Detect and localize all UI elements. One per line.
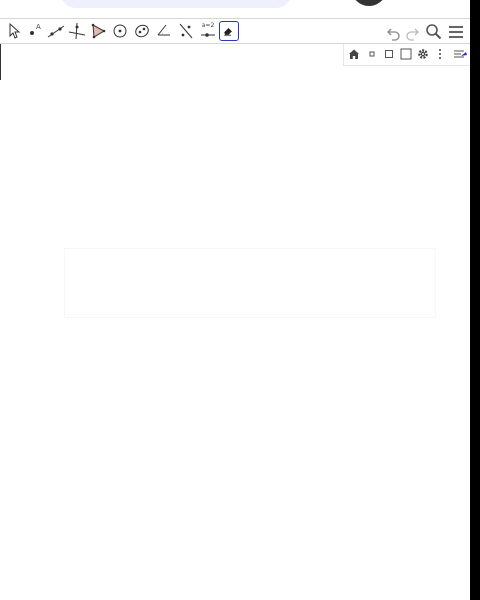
point-tool-label: A xyxy=(36,23,41,31)
line-tool[interactable] xyxy=(46,21,66,41)
gear-icon xyxy=(418,49,428,59)
move-arrow-icon xyxy=(9,22,21,39)
graphics-view-canvas[interactable] xyxy=(1,66,470,600)
home-button[interactable] xyxy=(346,46,362,62)
fullscreen-button[interactable] xyxy=(398,46,414,62)
redo-button[interactable] xyxy=(402,22,422,42)
polygon-icon xyxy=(91,23,106,39)
angle-tool[interactable] xyxy=(154,21,174,41)
redo-icon xyxy=(406,28,419,41)
eraser-icon xyxy=(224,27,232,36)
move-tool[interactable] xyxy=(4,21,24,41)
toolbar: A a=2 xyxy=(0,18,470,44)
graphics-style-bar xyxy=(343,44,470,66)
top-circle-button[interactable] xyxy=(349,0,389,6)
slider-tool[interactable]: a=2 xyxy=(198,21,218,41)
top-status-area xyxy=(0,0,470,12)
perpendicular-line-icon xyxy=(68,22,86,40)
square-icon xyxy=(385,50,393,58)
more-options-button[interactable] xyxy=(432,46,448,62)
eraser-tool[interactable] xyxy=(219,21,239,41)
circle-center-point-icon xyxy=(113,24,127,38)
ellipse-tool[interactable] xyxy=(132,21,152,41)
faint-placeholder-frame xyxy=(64,248,436,318)
zoom-in-button[interactable] xyxy=(381,46,397,62)
search-icon xyxy=(426,24,442,40)
undo-icon xyxy=(387,28,400,41)
point-tool[interactable]: A xyxy=(25,21,45,41)
home-icon xyxy=(349,49,359,59)
slider-tool-label: a=2 xyxy=(201,22,215,29)
angle-icon xyxy=(157,24,170,36)
undo-button[interactable] xyxy=(384,22,404,42)
settings-button[interactable] xyxy=(415,46,431,62)
hamburger-menu-icon xyxy=(449,26,463,38)
circle-tool[interactable] xyxy=(110,21,130,41)
reflect-line-icon xyxy=(179,23,193,39)
large-square-icon xyxy=(400,48,412,60)
menu-button[interactable] xyxy=(446,22,466,42)
polygon-tool[interactable] xyxy=(88,21,108,41)
point-icon xyxy=(30,31,34,35)
line-icon xyxy=(47,25,65,38)
style-bar-toggle-icon xyxy=(454,50,467,58)
small-square-icon xyxy=(369,51,375,57)
geogebra-app: A a=2 xyxy=(0,0,470,600)
style-bar-toggle-button[interactable] xyxy=(452,46,468,62)
perpendicular-tool[interactable] xyxy=(67,21,87,41)
search-button[interactable] xyxy=(424,22,444,42)
ellipse-icon xyxy=(135,24,149,38)
top-pill-bar xyxy=(60,0,292,8)
reflect-tool[interactable] xyxy=(176,21,196,41)
more-vertical-icon xyxy=(439,49,441,59)
zoom-out-button[interactable] xyxy=(364,46,380,62)
